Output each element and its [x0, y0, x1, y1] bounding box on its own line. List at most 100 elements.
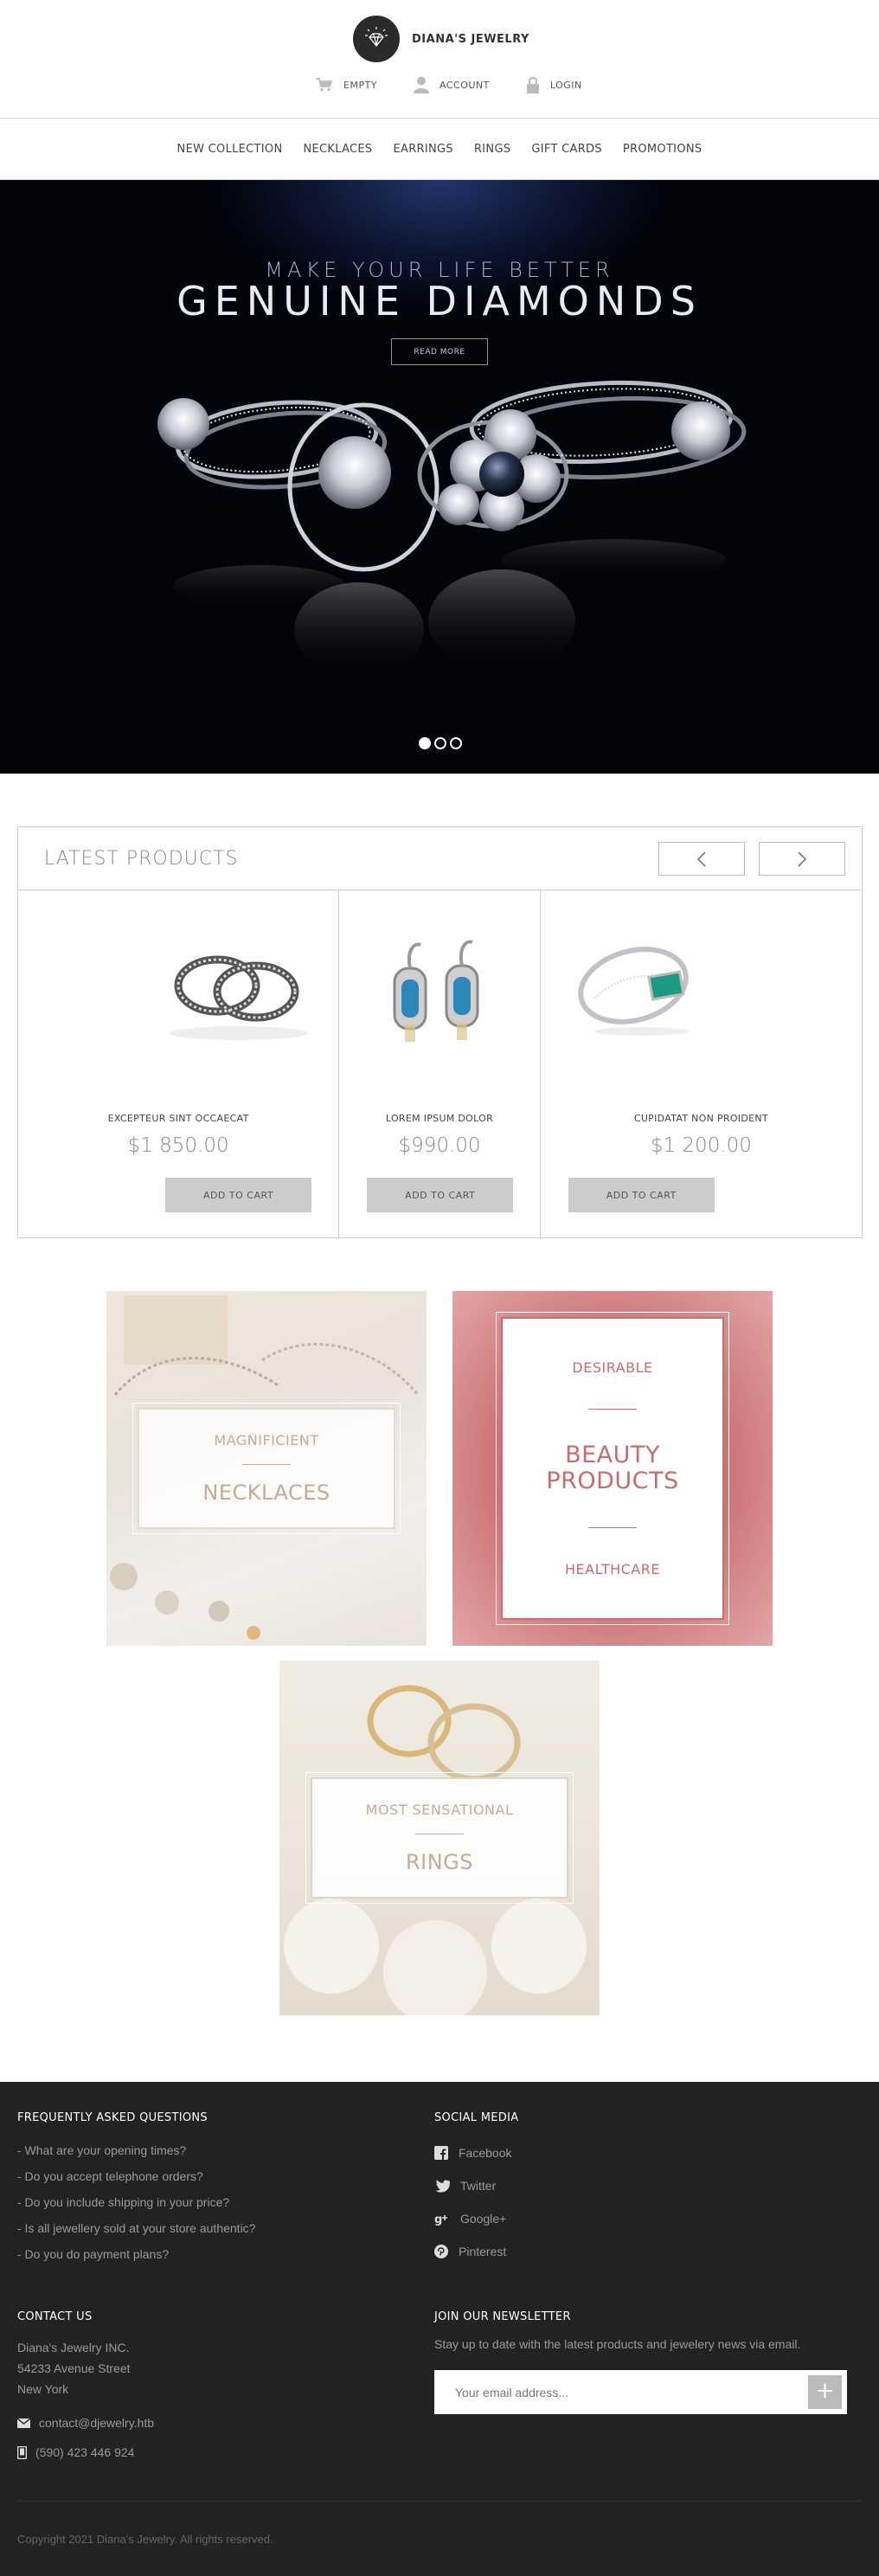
prev-arrow-button[interactable] [658, 842, 745, 876]
product-name[interactable]: CUPIDATAT NON PROIDENT [541, 1113, 862, 1124]
faq-section: FREQUENTLY ASKED QUESTIONS - What are yo… [17, 2111, 415, 2271]
necklaces-title: NECKLACES [202, 1481, 330, 1505]
footer-divider [17, 2501, 862, 2502]
city: New York [17, 2382, 69, 2396]
latest-products-header: LATEST PRODUCTS [18, 827, 862, 890]
newsletter-text: Stay up to date with the latest products… [434, 2337, 801, 2351]
divider [588, 1527, 637, 1528]
latest-products: LATEST PRODUCTS EXCEPTEUR SINT OCCAECAT [17, 826, 863, 1238]
social-pinterest[interactable]: Pinterest [434, 2235, 850, 2268]
slider-dots [419, 737, 462, 749]
pinterest-icon [434, 2245, 448, 2258]
newsletter-email-input[interactable] [434, 2370, 798, 2414]
hero-slider: MAKE YOUR LIFE BETTER GENUINE DIAMONDS R… [0, 180, 879, 774]
cart-icon [316, 78, 333, 92]
social-title: SOCIAL MEDIA [434, 2111, 519, 2124]
product-price: $1 200.00 [650, 1134, 752, 1157]
social-google-plus[interactable]: g Google+ [434, 2202, 850, 2235]
login-label: LOGIN [549, 79, 582, 91]
slider-dot-3[interactable] [450, 737, 462, 749]
hero-title: GENUINE DIAMONDS [176, 278, 703, 324]
faq-item[interactable]: - Is all jewellery sold at your store au… [17, 2219, 415, 2245]
nav-promotions[interactable]: PROMOTIONS [613, 143, 713, 156]
facebook-icon [434, 2146, 448, 2160]
product-image-rings[interactable] [165, 929, 312, 1042]
pinterest-label: Pinterest [459, 2245, 507, 2258]
lock-icon [526, 77, 539, 93]
account-label: ACCOUNT [440, 79, 490, 91]
product-price: $990.00 [398, 1134, 481, 1157]
faq-item[interactable]: - Do you include shipping in your price? [17, 2194, 415, 2219]
product-image-earrings[interactable] [367, 929, 514, 1059]
beauty-subtitle: DESIRABLE [572, 1359, 653, 1376]
next-arrow-button[interactable] [759, 842, 845, 876]
contact-email[interactable]: contact@djewelry.htb [17, 2408, 415, 2438]
phone-text: (590) 423 446 924 [35, 2445, 135, 2459]
faq-item[interactable]: - What are your opening times? [17, 2142, 415, 2168]
logo[interactable]: DIANA'S JEWELRY [353, 16, 529, 62]
contact-section: CONTACT US Diana's Jewelry INC. 54233 Av… [17, 2310, 415, 2467]
divider [588, 1409, 637, 1410]
nav-necklaces[interactable]: NECKLACES [293, 143, 383, 156]
google-plus-label: Google+ [460, 2212, 507, 2226]
newsletter-section: JOIN OUR NEWSLETTER Stay up to date with… [434, 2310, 850, 2414]
beauty-frame: DESIRABLE BEAUTY PRODUCTS HEALTHCARE [496, 1312, 729, 1625]
account-link[interactable]: ACCOUNT [414, 76, 490, 93]
street-address: 54233 Avenue Street [17, 2361, 131, 2375]
social-section: SOCIAL MEDIA Facebook Twitter g Google+ … [434, 2111, 850, 2268]
rings-frame: MOST SENSATIONAL RINGS [305, 1772, 574, 1904]
product-card: EXCEPTEUR SINT OCCAECAT $1 850.00 ADD TO… [18, 890, 340, 1238]
social-twitter[interactable]: Twitter [434, 2169, 850, 2202]
header-links: EMPTY ACCOUNT LOGIN [316, 76, 582, 93]
rings-subtitle: MOST SENSATIONAL [365, 1802, 514, 1818]
add-to-cart-button[interactable]: ADD TO CART [367, 1178, 514, 1212]
faq-title: FREQUENTLY ASKED QUESTIONS [17, 2111, 208, 2124]
envelope-icon [17, 2418, 30, 2428]
newsletter-form: + [434, 2370, 847, 2414]
rings-banner[interactable]: MOST SENSATIONAL RINGS [279, 1661, 600, 2015]
chevron-left-icon [696, 851, 706, 867]
user-icon [414, 76, 430, 93]
necklaces-subtitle: MAGNIFICIENT [214, 1432, 319, 1449]
company-name: Diana's Jewelry INC. [17, 2341, 130, 2354]
necklaces-banner[interactable]: MAGNIFICIENT NECKLACES [106, 1291, 427, 1646]
product-image-emerald-ring[interactable] [568, 929, 715, 1042]
beauty-title: BEAUTY PRODUCTS [546, 1442, 679, 1494]
newsletter-submit-button[interactable]: + [808, 2375, 842, 2409]
beauty-banner[interactable]: DESIRABLE BEAUTY PRODUCTS HEALTHCARE [452, 1291, 773, 1646]
nav-rings[interactable]: RINGS [464, 143, 521, 156]
cart-label: EMPTY [343, 79, 378, 91]
divider [242, 1464, 291, 1465]
nav-new-collection[interactable]: NEW COLLECTION [167, 143, 293, 156]
product-card: LOREM IPSUM DOLOR $990.00 ADD TO CART [339, 890, 541, 1238]
slider-dot-1[interactable] [419, 737, 431, 749]
beauty-footer: HEALTHCARE [565, 1561, 660, 1577]
product-name[interactable]: LOREM IPSUM DOLOR [339, 1113, 540, 1124]
product-name[interactable]: EXCEPTEUR SINT OCCAECAT [18, 1113, 338, 1124]
nav-gift-cards[interactable]: GIFT CARDS [521, 143, 613, 156]
brand-name: DIANA'S JEWELRY [412, 32, 529, 46]
add-to-cart-button[interactable]: ADD TO CART [568, 1178, 715, 1212]
footer: FREQUENTLY ASKED QUESTIONS - What are yo… [0, 2082, 879, 2576]
latest-products-title: LATEST PRODUCTS [44, 848, 239, 870]
diamond-logo-icon [353, 16, 400, 62]
add-to-cart-button[interactable]: ADD TO CART [165, 1178, 311, 1212]
social-facebook[interactable]: Facebook [434, 2136, 850, 2169]
slider-dot-2[interactable] [434, 737, 446, 749]
svg-text:g: g [434, 2213, 442, 2226]
google-plus-icon: g [434, 2213, 447, 2226]
necklaces-frame: MAGNIFICIENT NECKLACES [132, 1403, 401, 1534]
read-more-button[interactable]: READ MORE [391, 338, 488, 365]
nav-earrings[interactable]: EARRINGS [383, 143, 464, 156]
copyright: Copyright 2021 Diana's Jewelry. All righ… [17, 2533, 273, 2546]
main-nav: NEW COLLECTION NECKLACES EARRINGS RINGS … [0, 119, 879, 180]
rings-title: RINGS [405, 1850, 474, 1874]
login-link[interactable]: LOGIN [526, 76, 582, 93]
cart-link[interactable]: EMPTY [316, 76, 377, 93]
phone-icon [17, 2445, 27, 2459]
hero-rings-image [157, 380, 747, 678]
faq-item[interactable]: - Do you do payment plans? [17, 2245, 415, 2271]
product-price: $1 850.00 [127, 1134, 229, 1157]
contact-phone[interactable]: (590) 423 446 924 [17, 2438, 415, 2467]
faq-item[interactable]: - Do you accept telephone orders? [17, 2168, 415, 2194]
